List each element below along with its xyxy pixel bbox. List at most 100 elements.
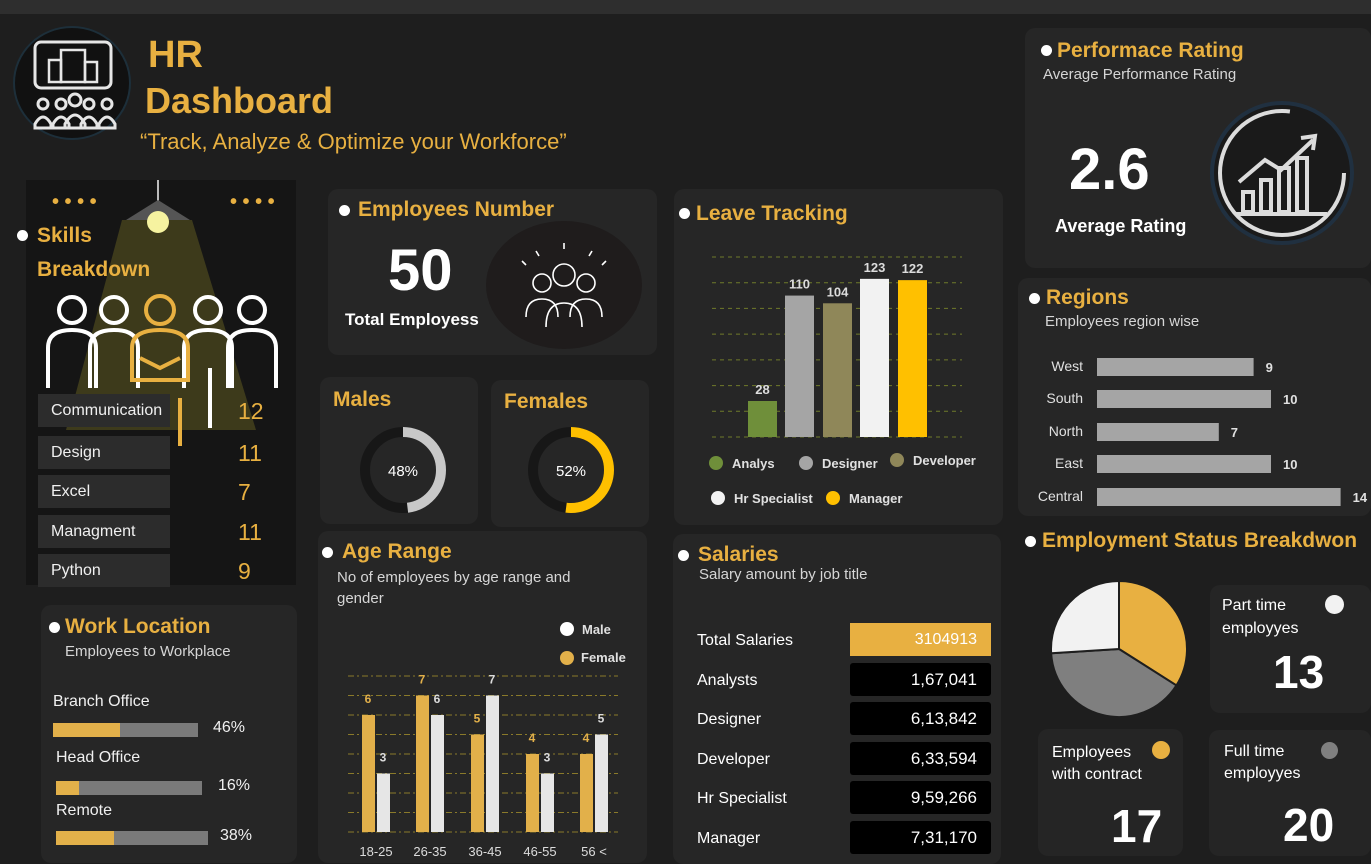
hr-dashboard: HR Dashboard “Track, Analyze & Optimize …	[0, 0, 1371, 864]
work-location-label: Remote	[56, 802, 113, 819]
region-label: Central	[1038, 488, 1083, 504]
females-percent: 52%	[556, 463, 586, 480]
company-logo	[13, 26, 131, 140]
age-legend-male-label: Male	[582, 622, 611, 637]
salaries-title: Salaries	[698, 543, 779, 566]
skill-label: Managment	[38, 515, 170, 548]
leave-bar	[860, 278, 889, 437]
skill-label: Design	[38, 436, 170, 469]
region-label: South	[1046, 390, 1083, 406]
performance-subtitle: Average Performance Rating	[1043, 66, 1237, 83]
dashboard-tagline: “Track, Analyze & Optimize your Workforc…	[140, 129, 567, 154]
regions-card: Regions Employees region wise West 9 South…	[1018, 278, 1371, 516]
males-percent: 48%	[388, 463, 418, 480]
age-female-data-label: 4	[529, 731, 536, 745]
age-female-bar	[471, 734, 484, 832]
region-bar	[1097, 423, 1219, 441]
part-time-value: 13	[1273, 646, 1325, 698]
employees-total-caption: Total Employess	[345, 310, 479, 329]
employment-pie-chart	[1050, 579, 1188, 718]
leave-legend-marker	[890, 453, 904, 467]
region-label: North	[1049, 423, 1083, 439]
age-male-bar	[431, 715, 444, 832]
females-card: Females 52%	[491, 380, 649, 527]
contract-color-dot	[1152, 741, 1170, 759]
age-male-data-label: 5	[598, 712, 605, 726]
leave-legend-label: Designer	[822, 456, 878, 471]
leave-bar	[898, 280, 927, 437]
salary-value: 1,67,041	[850, 663, 991, 696]
age-male-data-label: 3	[544, 751, 551, 765]
region-label: East	[1055, 455, 1083, 471]
females-title: Females	[504, 390, 589, 413]
employees-title: Employees Number	[358, 198, 555, 221]
leave-legend-label: Hr Specialist	[734, 491, 813, 506]
full-time-label-line2: employyes	[1224, 765, 1301, 782]
age-male-data-label: 6	[434, 692, 441, 706]
skills-title-line1: Skills	[37, 224, 92, 247]
skill-label: Python	[38, 554, 170, 587]
employment-bullet	[1025, 536, 1036, 547]
work-location-bar-fill	[53, 723, 120, 737]
age-male-bar	[486, 695, 499, 832]
region-value: 9	[1266, 360, 1273, 375]
part-time-color-dot	[1325, 595, 1344, 614]
salary-label: Hr Specialist	[697, 790, 787, 807]
age-tick-label: 56 <	[581, 844, 607, 859]
work-location-bar-fill	[56, 831, 114, 845]
salary-label: Analysts	[697, 672, 758, 689]
leave-legend-marker	[799, 456, 813, 470]
males-donut: 48%	[360, 427, 446, 513]
age-legend-female-marker	[560, 651, 574, 665]
region-bar	[1097, 455, 1271, 473]
age-male-data-label: 7	[489, 673, 496, 687]
team-icon	[521, 243, 607, 328]
skill-value: 11	[238, 440, 262, 466]
growth-chart-icon	[1210, 101, 1354, 245]
skill-label: Excel	[38, 475, 170, 508]
work-location-percent: 46%	[213, 719, 246, 736]
leave-data-label: 123	[864, 260, 886, 275]
work-location-bar	[53, 723, 198, 737]
leave-bar	[823, 303, 852, 437]
region-value: 7	[1231, 425, 1238, 440]
part-time-card: Part time employyes 13	[1210, 585, 1371, 713]
age-female-data-label: 6	[365, 692, 372, 706]
salary-label: Manager	[697, 830, 761, 847]
females-donut: 52%	[528, 427, 614, 513]
dashboard-title-line1: HR	[148, 34, 203, 76]
performance-value: 2.6	[1069, 137, 1150, 202]
males-title: Males	[333, 388, 392, 411]
employees-total-value: 50	[388, 238, 453, 303]
contract-card: Employees with contract 17	[1038, 729, 1183, 856]
leave-bar	[748, 401, 777, 437]
age-tick-label: 36-45	[468, 844, 501, 859]
leave-bar	[785, 295, 814, 437]
region-value: 10	[1283, 457, 1297, 472]
contract-label-line2: with contract	[1052, 766, 1142, 783]
work-location-label: Branch Office	[53, 693, 150, 710]
building-people-icon	[33, 40, 117, 130]
skill-label: Communication	[38, 394, 170, 427]
region-bar	[1097, 488, 1341, 506]
skill-value: 11	[238, 519, 262, 545]
employment-header: Employment Status Breakdwon	[1018, 526, 1371, 566]
employees-bullet	[339, 205, 350, 216]
skill-value: 12	[238, 398, 264, 424]
leave-legend-marker	[711, 491, 725, 505]
age-female-data-label: 4	[583, 731, 590, 745]
performance-caption: Average Rating	[1055, 216, 1187, 236]
performance-title: Performace Rating	[1057, 39, 1244, 62]
age-tick-label: 18-25	[359, 844, 392, 859]
salaries-bullet	[678, 550, 689, 561]
salary-value: 6,33,594	[850, 742, 991, 775]
leave-legend-label: Manager	[849, 491, 902, 506]
team-celebration-icon	[486, 221, 642, 349]
age-male-bar	[541, 773, 554, 832]
age-female-bar	[362, 715, 375, 832]
employment-pie-slice	[1050, 579, 1120, 655]
leave-legend-label: Developer	[913, 453, 976, 468]
skills-title-line2: Breakdown	[37, 258, 151, 281]
age-female-bar	[580, 754, 593, 832]
leave-tracking-card: Leave Tracking 28 110 104 123 122 Analys Desig…	[674, 189, 1003, 525]
